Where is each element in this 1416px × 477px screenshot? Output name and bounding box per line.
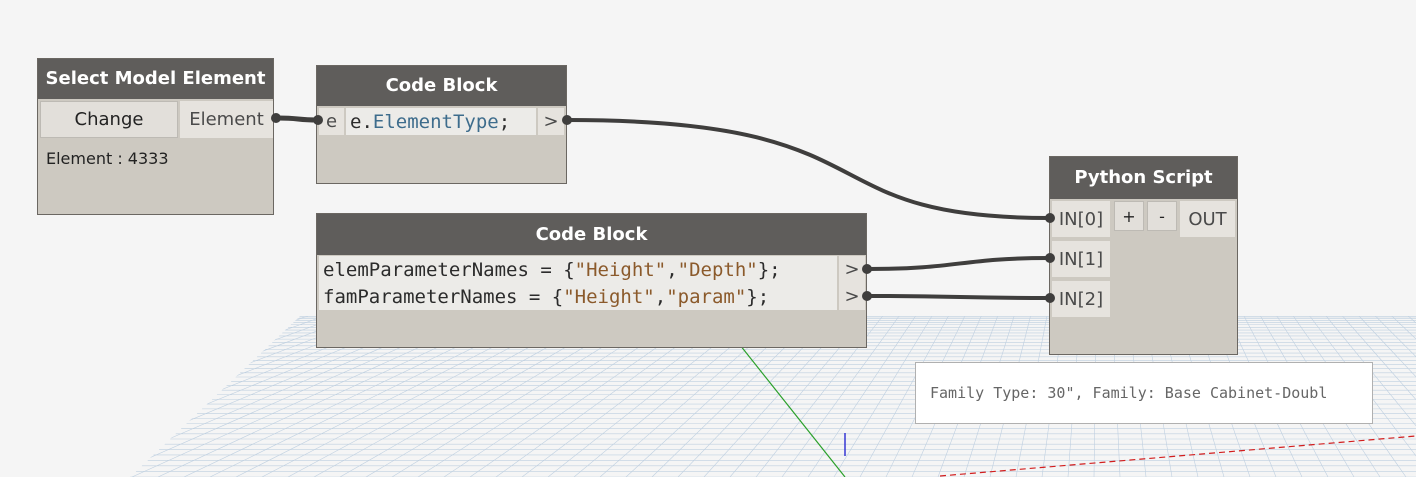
wire-elementtype-to-in0[interactable]	[567, 118, 1050, 220]
code-terminator: };	[746, 285, 770, 308]
code-block-1-editor[interactable]: e. ElementType;	[346, 108, 536, 135]
code-terminator: ;	[498, 110, 511, 133]
select-model-element-node[interactable]: Select Model Element Change Element Elem…	[37, 58, 274, 215]
element-output-port[interactable]: Element	[180, 101, 273, 138]
in1-input-port[interactable]: IN[1]	[1052, 241, 1110, 277]
code-block-2-title[interactable]: Code Block	[317, 214, 866, 255]
code-block-node-2[interactable]: Code Block elemParameterNames = {"Height…	[316, 213, 867, 348]
wire-element-to-codeblock[interactable]	[277, 115, 319, 123]
fam-parameter-names-output-port[interactable]: >	[839, 283, 865, 310]
code-identifier: famParameterNames	[323, 285, 518, 308]
node-preview-tooltip: Family Type: 30", Family: Base Cabinet-D…	[915, 362, 1373, 424]
select-model-element-title[interactable]: Select Model Element	[38, 59, 273, 99]
change-button[interactable]: Change	[40, 101, 178, 138]
code-block-1-output-port[interactable]: >	[538, 108, 564, 135]
element-status-text: Element : 4333	[46, 149, 169, 168]
code-string: "Height"	[574, 258, 667, 281]
code-separator: ,	[666, 258, 678, 281]
code-terminator: };	[757, 258, 781, 281]
code-block-node-1[interactable]: Code Block e e. ElementType; >	[316, 65, 567, 184]
out-output-port[interactable]: OUT	[1180, 201, 1235, 237]
code-block-1-title[interactable]: Code Block	[317, 66, 566, 106]
remove-input-button[interactable]: -	[1147, 201, 1177, 231]
python-script-node[interactable]: Python Script IN[0] IN[1] IN[2] + - OUT	[1049, 156, 1238, 355]
elem-parameter-names-output-port[interactable]: >	[839, 256, 865, 283]
graph-canvas[interactable]: Select Model Element Change Element Elem…	[0, 0, 1416, 477]
code-string: "Height"	[563, 285, 655, 308]
wire-elemparams-to-in1[interactable]	[867, 256, 1050, 271]
code-identifier: elemParameterNames	[323, 258, 529, 281]
wire-famparams-to-in2[interactable]	[867, 294, 1050, 300]
code-line-elem-parameter-names[interactable]: elemParameterNames = {"Height", "Depth"};	[319, 256, 837, 283]
code-string: "Depth"	[677, 258, 758, 281]
code-operator: = {	[528, 258, 575, 281]
code-separator: ,	[654, 285, 667, 308]
code-variable: e.	[350, 110, 373, 133]
code-line-fam-parameter-names[interactable]: famParameterNames = {"Height", "param"};	[319, 283, 837, 310]
in2-input-port[interactable]: IN[2]	[1052, 281, 1110, 317]
code-keyword: ElementType	[372, 110, 499, 133]
code-string: "param"	[666, 285, 747, 308]
code-operator: = {	[517, 285, 564, 308]
in0-input-port[interactable]: IN[0]	[1052, 201, 1110, 237]
python-script-title[interactable]: Python Script	[1050, 157, 1237, 199]
add-input-button[interactable]: +	[1114, 201, 1144, 231]
e-input-port[interactable]: e	[319, 108, 344, 135]
